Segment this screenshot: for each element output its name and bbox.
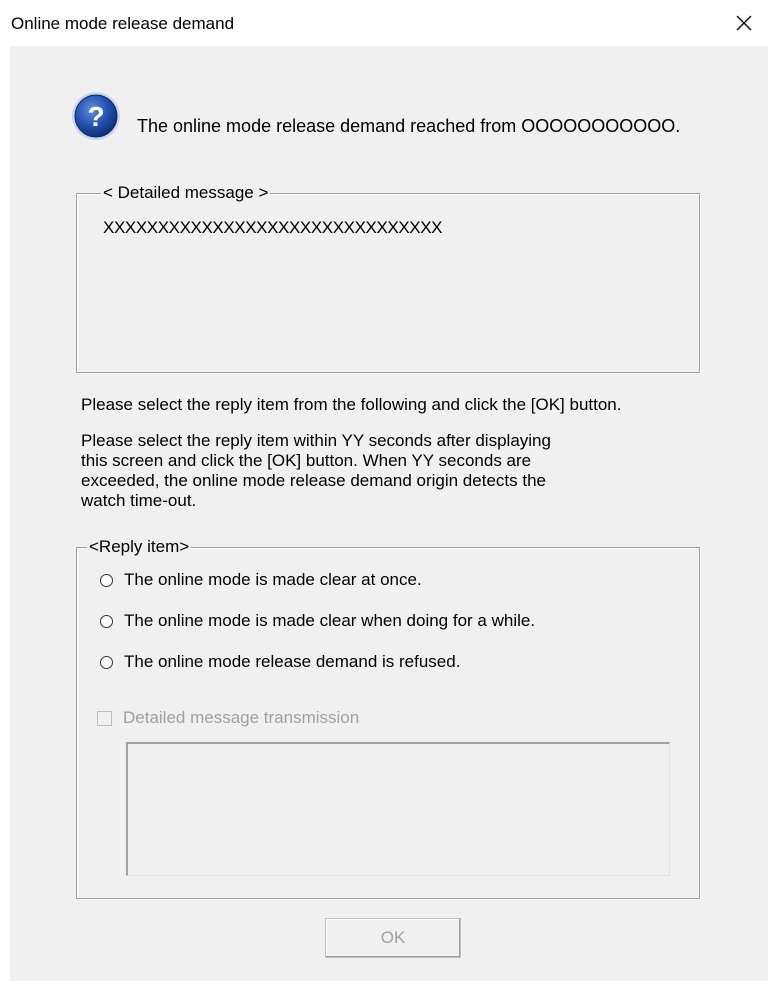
dialog-window: Online mode release demand ? The online …: [0, 0, 768, 981]
question-icon: ?: [70, 90, 122, 147]
svg-text:?: ?: [87, 101, 104, 132]
detailed-message-input[interactable]: [126, 742, 670, 876]
instruction-text: Please select the reply item from the fo…: [81, 395, 622, 414]
close-icon: [736, 15, 752, 31]
detailed-message-transmission-checkbox-row[interactable]: Detailed message transmission: [97, 707, 359, 729]
detailed-message-transmission-label: Detailed message transmission: [123, 708, 360, 727]
radio-button[interactable]: [100, 655, 113, 669]
main-message: The online mode release demand reached f…: [137, 116, 681, 136]
reply-option-label: The online mode release demand is refuse…: [124, 652, 461, 671]
timeout-instruction: Please select the reply item within YY s…: [81, 431, 641, 511]
timeout-instruction-line: exceeded, the online mode release demand…: [81, 471, 546, 490]
radio-button[interactable]: [100, 573, 113, 587]
timeout-instruction-line: Please select the reply item within YY s…: [81, 431, 551, 450]
radio-button[interactable]: [100, 614, 113, 628]
timeout-instruction-line: watch time-out.: [81, 491, 197, 510]
reply-option-clear-at-once[interactable]: The online mode is made clear at once.: [100, 569, 422, 591]
detailed-message-transmission-checkbox[interactable]: [97, 710, 112, 726]
ok-button[interactable]: OK: [325, 918, 461, 958]
reply-option-refuse[interactable]: The online mode release demand is refuse…: [100, 651, 460, 673]
timeout-instruction-line: this screen and click the [OK] button. W…: [81, 451, 532, 470]
reply-item-legend: <Reply item>: [87, 537, 192, 557]
detailed-message-legend: < Detailed message >: [101, 183, 271, 203]
reply-option-label: The online mode is made clear at once.: [124, 570, 422, 589]
title-bar[interactable]: Online mode release demand: [0, 0, 768, 46]
reply-option-label: The online mode is made clear when doing…: [124, 611, 536, 630]
window-title: Online mode release demand: [11, 14, 235, 33]
detailed-message-group: < Detailed message > XXXXXXXXXXXXXXXXXXX…: [76, 183, 700, 373]
reply-option-clear-after-while[interactable]: The online mode is made clear when doing…: [100, 610, 535, 632]
detailed-message-text: XXXXXXXXXXXXXXXXXXXXXXXXXXXXXXX: [103, 218, 443, 237]
close-button[interactable]: [720, 0, 768, 46]
